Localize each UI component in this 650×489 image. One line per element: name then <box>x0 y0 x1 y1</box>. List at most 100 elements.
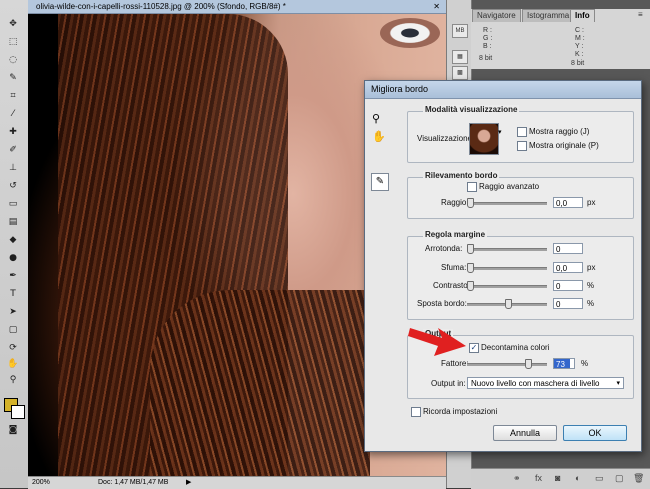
decontaminate-checkbox[interactable]: ✓ <box>469 343 479 353</box>
contrast-slider-thumb[interactable] <box>467 281 474 291</box>
info-m: M : <box>575 35 585 42</box>
decontaminate-label: Decontamina colori <box>481 343 550 352</box>
radius-label: Raggio: <box>441 198 469 207</box>
tab-navigatore[interactable]: Navigatore <box>472 9 521 22</box>
zoom-tool-icon[interactable]: ⚲ <box>6 374 20 387</box>
show-original-checkbox[interactable] <box>517 141 527 151</box>
lasso-tool-icon[interactable]: ◌ <box>6 54 20 67</box>
feather-unit: px <box>587 263 596 272</box>
dialog-title: Migliora bordo <box>371 84 429 94</box>
radius-input[interactable]: 0,0 <box>553 197 583 208</box>
feather-input[interactable]: 0,0 <box>553 262 583 273</box>
trash-icon[interactable]: 🗑 <box>633 473 644 484</box>
add-mask-icon[interactable]: ◙ <box>555 473 560 483</box>
amount-input[interactable]: 73 <box>554 359 570 369</box>
eyedropper-tool-icon[interactable]: ⁄ <box>6 108 20 121</box>
remember-settings-checkbox[interactable] <box>411 407 421 417</box>
hand-tool-icon[interactable]: ✋ <box>372 130 386 143</box>
output-to-label: Output in: <box>431 379 466 388</box>
background-color-swatch[interactable] <box>11 405 25 419</box>
chevron-down-icon: ▾ <box>616 380 620 387</box>
marquee-tool-icon[interactable]: ⬚ <box>6 36 20 49</box>
close-icon[interactable]: ✕ <box>433 0 440 13</box>
brush-tool-icon[interactable]: ✐ <box>6 144 20 157</box>
output-to-select[interactable]: Nuovo livello con maschera di livello ▾ <box>467 377 624 389</box>
info-bits-right: 8 bit <box>571 60 585 67</box>
document-tab[interactable]: olivia-wilde-con-i-capelli-rossi-110528.… <box>28 0 446 14</box>
edge-detection-title: Rilevamento bordo <box>423 171 500 180</box>
smooth-label: Arrotonda: <box>425 244 463 253</box>
radius-unit: px <box>587 198 596 207</box>
smooth-slider-thumb[interactable] <box>467 244 474 254</box>
pen-tool-icon[interactable]: ✒ <box>6 270 20 283</box>
contrast-input[interactable]: 0 <box>553 280 583 291</box>
hand-tool-icon[interactable]: ✋ <box>6 358 20 371</box>
tab-info[interactable]: Info <box>570 9 595 22</box>
document-title: olivia-wilde-con-i-capelli-rossi-110528.… <box>36 2 286 11</box>
feather-slider-thumb[interactable] <box>467 263 474 273</box>
info-g: G : <box>483 35 493 42</box>
smart-radius-checkbox[interactable] <box>467 182 477 192</box>
amount-slider-thumb[interactable] <box>525 359 532 369</box>
quick-mask-icon[interactable]: ◙ <box>6 424 20 437</box>
doc-size: Doc: 1,47 MB/1,47 MB <box>98 479 169 486</box>
eraser-tool-icon[interactable]: ▭ <box>6 198 20 211</box>
tab-istogramma[interactable]: Istogramma <box>522 9 575 22</box>
zoom-level[interactable]: 200% <box>32 477 50 489</box>
radius-slider[interactable] <box>467 202 547 205</box>
feather-slider[interactable] <box>467 267 547 270</box>
info-c: C : <box>575 27 584 34</box>
refine-radius-tool-icon[interactable]: ✎ <box>371 173 389 191</box>
shift-edge-slider-thumb[interactable] <box>505 299 512 309</box>
shift-edge-input[interactable]: 0 <box>553 298 583 309</box>
view-preview-thumbnail[interactable] <box>469 123 499 155</box>
move-tool-icon[interactable]: ✥ <box>6 18 20 31</box>
amount-label: Fattore: <box>441 359 469 368</box>
path-selection-icon[interactable]: ➤ <box>6 306 20 319</box>
zoom-tool-icon[interactable]: ⚲ <box>372 112 380 125</box>
view-mode-title: Modalità visualizzazione <box>423 105 520 114</box>
cancel-button[interactable]: Annulla <box>493 425 557 441</box>
type-tool-icon[interactable]: T <box>6 288 20 301</box>
dodge-tool-icon[interactable]: ● <box>6 252 20 265</box>
chevron-down-icon[interactable]: ▾ <box>498 128 502 136</box>
remember-settings-label: Ricorda impostazioni <box>423 407 498 416</box>
color-panel-icon[interactable]: ▦ <box>452 50 468 64</box>
amount-input-box[interactable]: 73 <box>553 358 575 369</box>
info-bits-left: 8 bit <box>479 55 493 62</box>
healing-brush-icon[interactable]: ✚ <box>6 126 20 139</box>
smart-radius-label: Raggio avanzato <box>479 182 540 191</box>
swatches-panel-icon[interactable]: ▩ <box>452 66 468 80</box>
amount-slider[interactable] <box>467 363 547 366</box>
info-r: R : <box>483 27 492 34</box>
layers-panel-footer: ⚭ fx ◙ ◐ ▭ ▢ 🗑 <box>471 468 650 489</box>
group-folder-icon[interactable]: ▭ <box>595 473 604 484</box>
fx-icon[interactable]: fx <box>535 473 542 483</box>
crop-tool-icon[interactable]: ⌗ <box>6 90 20 103</box>
panel-menu-icon[interactable]: ≡ <box>638 10 643 19</box>
status-menu-icon[interactable]: ▶ <box>186 477 191 489</box>
clone-stamp-icon[interactable]: ⊥ <box>6 162 20 175</box>
adjustment-layer-icon[interactable]: ◐ <box>575 473 580 483</box>
smooth-input[interactable]: 0 <box>553 243 583 254</box>
ok-button[interactable]: OK <box>563 425 627 441</box>
minibridge-icon[interactable]: MB <box>452 24 468 38</box>
gradient-tool-icon[interactable]: ▤ <box>6 216 20 229</box>
blur-tool-icon[interactable]: ◆ <box>6 234 20 247</box>
show-radius-checkbox[interactable] <box>517 127 527 137</box>
info-k: K : <box>575 51 584 58</box>
new-layer-icon[interactable]: ▢ <box>615 473 624 484</box>
status-bar: 200% Doc: 1,47 MB/1,47 MB ▶ <box>28 476 446 489</box>
dialog-titlebar[interactable]: Migliora bordo <box>365 81 641 99</box>
contrast-slider[interactable] <box>467 285 547 288</box>
quick-selection-tool-icon[interactable]: ✎ <box>6 72 20 85</box>
hair-region-lower <box>150 290 370 476</box>
smooth-slider[interactable] <box>467 248 547 251</box>
feather-label: Sfuma: <box>441 263 467 272</box>
3d-rotate-icon[interactable]: ⟳ <box>6 342 20 355</box>
link-icon[interactable]: ⚭ <box>513 473 521 484</box>
show-original-label: Mostra originale (P) <box>529 141 599 150</box>
radius-slider-thumb[interactable] <box>467 198 474 208</box>
shape-tool-icon[interactable]: ▢ <box>6 324 20 337</box>
history-brush-icon[interactable]: ↺ <box>6 180 20 193</box>
